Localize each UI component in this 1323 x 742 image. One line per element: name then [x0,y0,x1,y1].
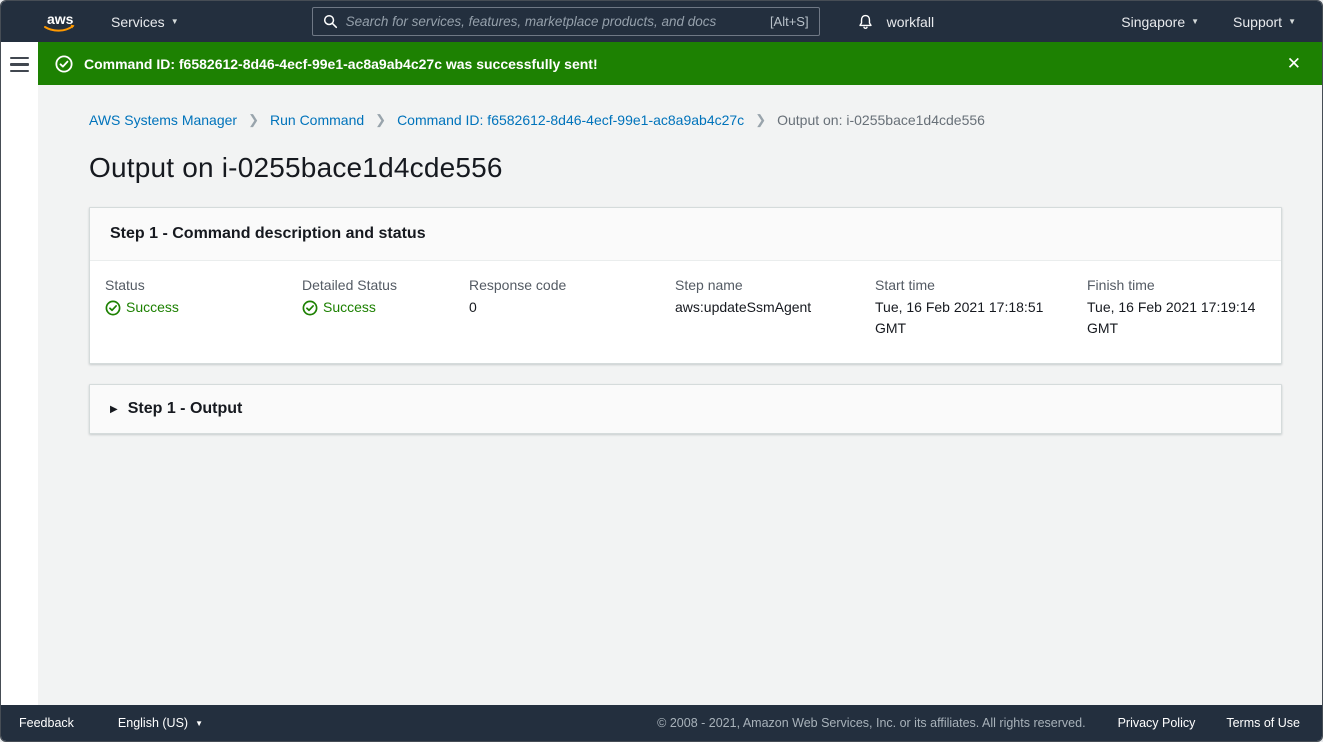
field-step-name: Step name aws:updateSsmAgent [675,275,875,339]
top-navigation-bar: aws Services ▼ [Alt+S] workfall Singapor… [1,1,1322,42]
detailed-status-badge: Success [323,299,376,315]
field-response-code: Response code 0 [469,275,675,339]
chevron-down-icon: ▼ [195,718,203,728]
account-menu[interactable]: workfall [887,14,934,30]
step-name-value: aws:updateSsmAgent [675,299,812,315]
aws-logo[interactable]: aws [41,10,78,34]
field-label: Finish time [1087,277,1155,293]
search-icon [323,14,338,29]
region-name: Singapore [1121,13,1186,30]
success-circle-icon [55,54,73,73]
breadcrumb-separator-icon: ❯ [375,112,387,127]
services-menu[interactable]: Services ▼ [111,14,179,30]
expand-triangle-icon: ▶ [110,403,118,415]
breadcrumb-run-command[interactable]: Run Command [270,112,364,128]
field-label: Detailed Status [302,277,397,293]
language-selector[interactable]: English (US) ▼ [118,716,203,730]
support-label: Support [1233,13,1283,30]
breadcrumb-current: Output on: i-0255bace1d4cde556 [777,112,985,128]
breadcrumb-systems-manager[interactable]: AWS Systems Manager [89,112,237,128]
side-rail [1,42,38,705]
start-time-value: Tue, 16 Feb 2021 17:18:51 GMT [875,299,1044,336]
breadcrumb-separator-icon: ❯ [248,112,259,127]
terms-of-use-link[interactable]: Terms of Use [1226,716,1300,730]
svg-text:aws: aws [47,11,74,27]
close-icon[interactable]: ✕ [1283,53,1305,74]
console-footer: Feedback English (US) ▼ © 2008 - 2021, A… [1,705,1322,741]
content-area: AWS Systems Manager ❯ Run Command ❯ Comm… [38,85,1322,705]
success-check-icon [302,300,318,316]
success-check-icon [105,300,121,316]
chevron-down-icon: ▼ [170,17,179,26]
field-label: Status [105,277,145,293]
search-input[interactable] [345,14,770,29]
privacy-policy-link[interactable]: Privacy Policy [1118,716,1196,730]
field-start-time: Start time Tue, 16 Feb 2021 17:18:51 GMT [875,275,1087,339]
flashbar-message: Command ID: f6582612-8d46-4ecf-99e1-ac8a… [84,55,598,72]
finish-time-value: Tue, 16 Feb 2021 17:19:14 GMT [1087,299,1256,336]
step1-card-title: Step 1 - Command description and status [90,208,1281,261]
menu-toggle-button[interactable] [10,57,29,72]
feedback-button[interactable]: Feedback [19,716,74,730]
services-label: Services [111,13,165,30]
account-name: workfall [886,13,935,30]
field-finish-time: Finish time Tue, 16 Feb 2021 17:19:14 GM… [1087,275,1281,339]
field-label: Response code [469,277,567,293]
step1-card-fields: Status Success Detailed Status Success R… [90,261,1281,363]
region-menu[interactable]: Singapore ▼ [1121,14,1199,30]
step1-status-card: Step 1 - Command description and status … [89,207,1282,364]
field-status: Status Success [105,275,302,339]
breadcrumb: AWS Systems Manager ❯ Run Command ❯ Comm… [89,112,1282,128]
status-badge: Success [126,299,179,315]
language-label: English (US) [117,716,189,730]
main-column: Command ID: f6582612-8d46-4ecf-99e1-ac8a… [38,42,1322,705]
breadcrumb-command-id[interactable]: Command ID: f6582612-8d46-4ecf-99e1-ac8a… [397,112,744,128]
search-shortcut-hint: [Alt+S] [769,14,809,29]
bell-icon [857,13,874,31]
support-menu[interactable]: Support ▼ [1233,14,1296,30]
field-label: Step name [675,277,743,293]
step1-output-expander[interactable]: ▶ Step 1 - Output [89,384,1282,434]
browser-window: aws Services ▼ [Alt+S] workfall Singapor… [0,0,1323,742]
field-detailed-status: Detailed Status Success [302,275,469,339]
page-title: Output on i-0255bace1d4cde556 [89,152,503,183]
chevron-down-icon: ▼ [1191,17,1200,26]
breadcrumb-separator-icon: ❯ [755,112,767,127]
aws-logo-icon: aws [44,11,75,32]
step1-output-title: Step 1 - Output [127,400,243,417]
page-body: Command ID: f6582612-8d46-4ecf-99e1-ac8a… [1,42,1322,705]
chevron-down-icon: ▼ [1288,17,1296,26]
global-search[interactable]: [Alt+S] [311,7,820,36]
field-label: Start time [875,277,935,293]
notifications-button[interactable] [857,13,874,31]
response-code-value: 0 [469,299,477,315]
success-flashbar: Command ID: f6582612-8d46-4ecf-99e1-ac8a… [38,42,1322,85]
copyright-text: © 2008 - 2021, Amazon Web Services, Inc.… [657,716,1086,730]
